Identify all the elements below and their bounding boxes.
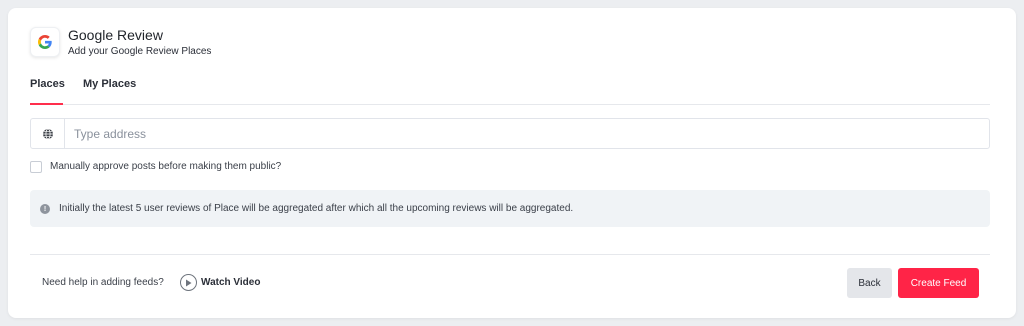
- watch-video-label: Watch Video: [201, 277, 261, 288]
- approve-posts-label: Manually approve posts before making the…: [50, 161, 282, 172]
- address-input[interactable]: [65, 119, 989, 148]
- info-banner: ! Initially the latest 5 user reviews of…: [30, 190, 990, 227]
- tabs-divider: [30, 104, 990, 105]
- watch-video-link[interactable]: Watch Video: [180, 274, 260, 291]
- approve-posts-checkbox[interactable]: [30, 161, 42, 173]
- info-icon: !: [40, 204, 50, 214]
- active-tab-indicator: [30, 103, 63, 105]
- help-text: Need help in adding feeds?: [42, 277, 164, 288]
- back-button[interactable]: Back: [847, 268, 892, 298]
- globe-icon: [31, 119, 65, 148]
- page-subtitle: Add your Google Review Places: [68, 46, 212, 57]
- create-feed-button[interactable]: Create Feed: [898, 268, 979, 298]
- info-text: Initially the latest 5 user reviews of P…: [59, 203, 574, 214]
- tab-places[interactable]: Places: [30, 78, 65, 90]
- google-review-card: Google Review Add your Google Review Pla…: [8, 8, 1016, 318]
- tab-my-places[interactable]: My Places: [83, 78, 136, 90]
- play-icon: [180, 274, 197, 291]
- footer-divider: [30, 254, 990, 255]
- page-title: Google Review: [68, 27, 163, 43]
- google-logo-icon: [30, 27, 60, 57]
- address-field-group: [30, 118, 990, 149]
